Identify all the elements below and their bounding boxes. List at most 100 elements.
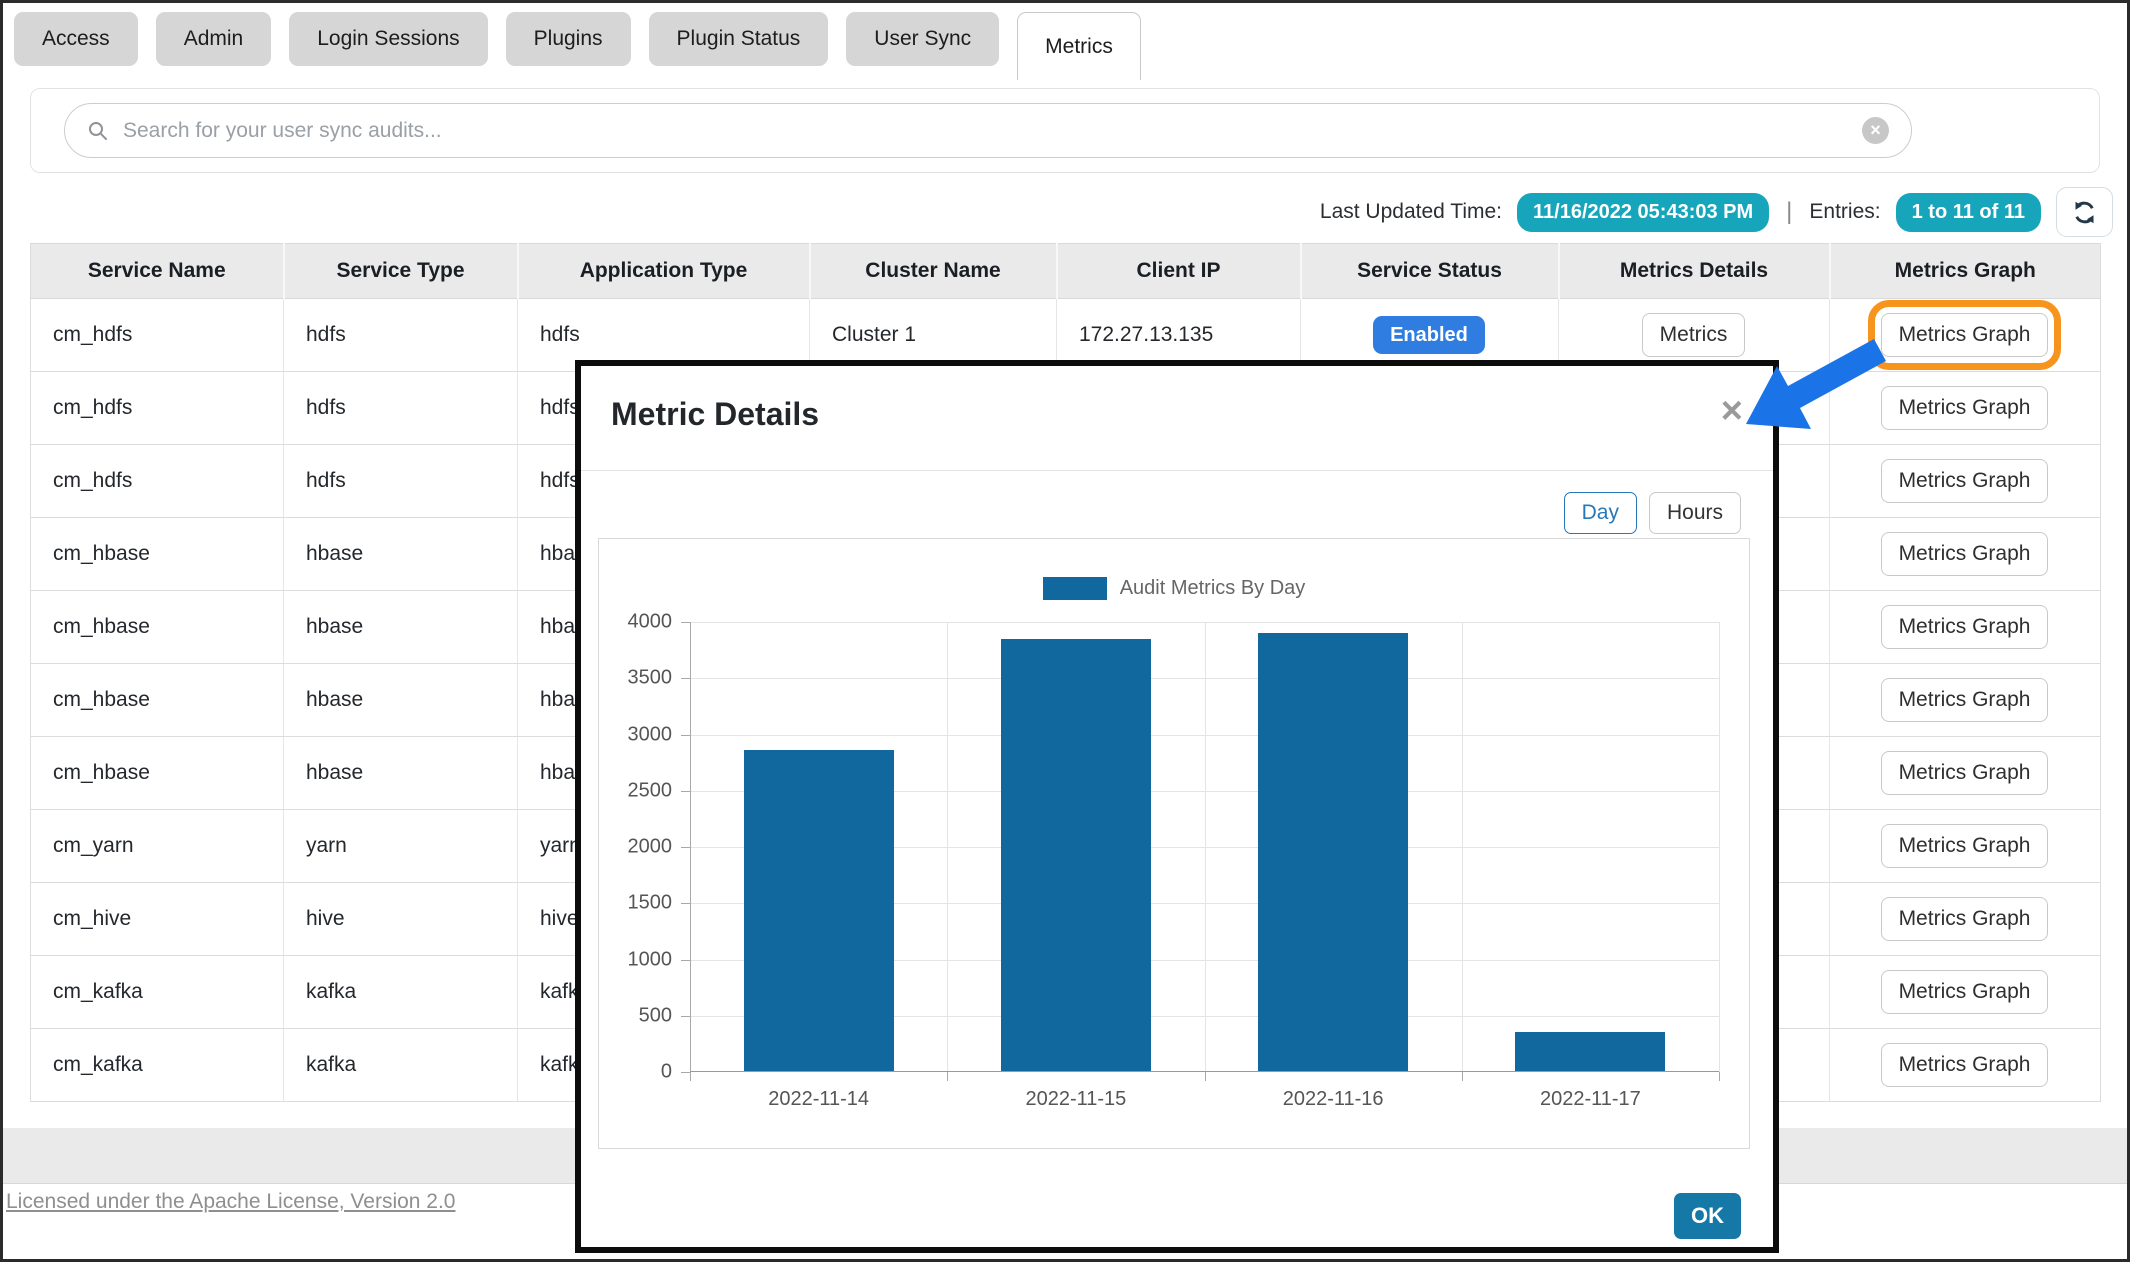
metrics-graph-button[interactable]: Metrics Graph [1881,1043,2049,1087]
modal-header: Metric Details × [581,366,1773,471]
y-tick-mark [681,735,690,736]
refresh-button[interactable] [2056,187,2113,237]
x-tick-mark [1719,1072,1720,1081]
page: Access Admin Login Sessions Plugins Plugin S… [0,0,2130,1262]
tab-plugin-status[interactable]: Plugin Status [649,12,829,66]
tab-admin[interactable]: Admin [156,12,272,66]
column-header: Service Status [1301,244,1559,299]
column-header: Application Type [518,244,810,299]
chart-card: Audit Metrics By Day 0500100015002000250… [598,538,1750,1149]
close-icon[interactable]: × [1721,392,1743,430]
y-tick-label: 3500 [628,667,673,690]
service-type-cell: hdfs [284,299,518,372]
service-type-cell: hive [284,883,518,956]
metrics-graph-button[interactable]: Metrics Graph [1881,824,2049,868]
x-tick-label: 2022-11-15 [1025,1088,1126,1111]
metrics-graph-cell: Metrics Graph [1830,664,2101,737]
y-tick-label: 2000 [628,836,673,859]
x-tick-label: 2022-11-14 [768,1088,869,1111]
chart-legend: Audit Metrics By Day [599,577,1749,600]
metrics-graph-button[interactable]: Metrics Graph [1881,678,2049,722]
service-name-cell: cm_hbase [31,737,284,810]
metrics-graph-button[interactable]: Metrics Graph [1881,459,2049,503]
metrics-graph-button[interactable]: Metrics Graph [1881,605,2049,649]
last-updated-label: Last Updated Time: [1320,200,1502,224]
service-name-cell: cm_yarn [31,810,284,883]
gridline [1462,622,1463,1072]
service-type-cell: hbase [284,664,518,737]
x-tick-label: 2022-11-17 [1540,1088,1641,1111]
metrics-graph-button[interactable]: Metrics Graph [1881,532,2049,576]
metric-details-modal: Metric Details × Day Hours Audit Metrics… [575,360,1779,1253]
day-button[interactable]: Day [1564,492,1637,534]
bar-2022-11-17 [1515,1032,1665,1072]
y-tick-mark [681,960,690,961]
metrics-graph-cell: Metrics Graph [1830,591,2101,664]
chart-plot: 050010001500200025003000350040002022-11-… [690,622,1719,1072]
column-header: Client IP [1057,244,1301,299]
ok-button[interactable]: OK [1674,1193,1741,1239]
legend-swatch [1043,577,1107,600]
metrics-graph-button[interactable]: Metrics Graph [1881,386,2049,430]
hours-button[interactable]: Hours [1649,492,1741,534]
service-type-cell: hbase [284,591,518,664]
modal-title: Metric Details [611,396,819,433]
x-tick-mark [947,1072,948,1081]
search-input[interactable] [121,118,1850,144]
tab-user-sync[interactable]: User Sync [846,12,999,66]
tab-plugins[interactable]: Plugins [506,12,631,66]
y-tick-label: 500 [639,1004,672,1027]
service-type-cell: hbase [284,737,518,810]
y-axis-line [690,622,691,1072]
service-name-cell: cm_hdfs [31,372,284,445]
gridline [1719,622,1720,1072]
status-badge: Enabled [1373,316,1485,354]
y-tick-mark [681,847,690,848]
tab-metrics[interactable]: Metrics [1017,12,1141,80]
service-type-cell: hdfs [284,372,518,445]
metrics-graph-button[interactable]: Metrics Graph [1881,970,2049,1014]
y-tick-label: 3000 [628,723,673,746]
y-tick-label: 1000 [628,948,673,971]
tab-login-sessions[interactable]: Login Sessions [289,12,487,66]
y-tick-label: 0 [661,1061,672,1084]
service-type-cell: hbase [284,518,518,591]
metrics-graph-button[interactable]: Metrics Graph [1881,751,2049,795]
status-bar: Last Updated Time: 11/16/2022 05:43:03 P… [1320,187,2113,237]
column-header: Service Name [31,244,284,299]
x-tick-mark [1205,1072,1206,1081]
service-name-cell: cm_hdfs [31,299,284,372]
metrics-graph-button[interactable]: Metrics Graph [1881,313,2049,357]
entries-badge: 1 to 11 of 11 [1896,193,2041,232]
y-tick-label: 2500 [628,779,673,802]
service-type-cell: yarn [284,810,518,883]
metrics-button[interactable]: Metrics [1642,313,1746,357]
service-name-cell: cm_hive [31,883,284,956]
service-name-cell: cm_kafka [31,1029,284,1102]
tab-access[interactable]: Access [14,12,138,66]
x-axis-line [690,1071,1719,1072]
license-link[interactable]: Licensed under the Apache License, Versi… [6,1190,456,1214]
column-header: Service Type [284,244,518,299]
status-separator: | [1784,198,1794,226]
y-tick-label: 4000 [628,611,673,634]
column-header: Metrics Details [1559,244,1830,299]
entries-label: Entries: [1809,200,1880,224]
table-header-row: Service NameService TypeApplication Type… [31,244,2101,299]
y-tick-mark [681,791,690,792]
column-header: Cluster Name [810,244,1057,299]
search-card: × [30,88,2100,173]
service-type-cell: hdfs [284,445,518,518]
metrics-graph-cell: Metrics Graph [1830,1029,2101,1102]
metrics-graph-cell: Metrics Graph [1830,299,2101,372]
y-tick-mark [681,1016,690,1017]
last-updated-badge: 11/16/2022 05:43:03 PM [1517,193,1769,232]
service-name-cell: cm_kafka [31,956,284,1029]
metrics-graph-cell: Metrics Graph [1830,737,2101,810]
clear-search-icon[interactable]: × [1862,117,1889,144]
y-tick-label: 1500 [628,892,673,915]
x-tick-mark [690,1072,691,1081]
service-type-cell: kafka [284,1029,518,1102]
search-box[interactable]: × [64,103,1912,158]
metrics-graph-button[interactable]: Metrics Graph [1881,897,2049,941]
